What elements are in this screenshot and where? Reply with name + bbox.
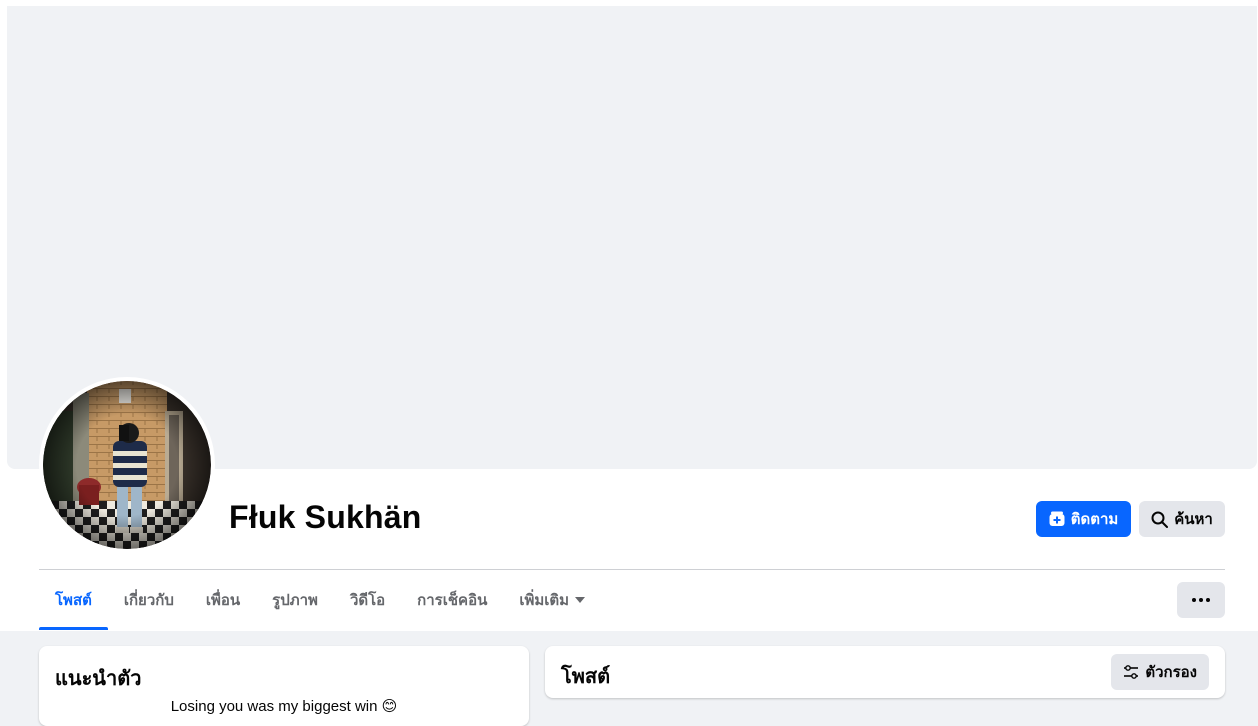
search-button-label: ค้นหา: [1174, 511, 1213, 528]
tab-friends[interactable]: เพื่อน: [190, 570, 256, 630]
profile-name: Fłuk Sukhän: [229, 499, 422, 535]
tab-posts-label: โพสต์: [55, 592, 92, 609]
tab-more[interactable]: เพิ่มเติม: [503, 570, 601, 630]
tab-about[interactable]: เกี่ยวกับ: [108, 570, 190, 630]
follow-button-label: ติดตาม: [1070, 511, 1119, 528]
tab-photos-label: รูปภาพ: [272, 592, 318, 609]
tab-about-label: เกี่ยวกับ: [123, 592, 174, 609]
profile-photo: [43, 381, 211, 549]
filter-button[interactable]: ตัวกรอง: [1111, 654, 1209, 690]
cover-photo[interactable]: [7, 6, 1257, 469]
filter-button-label: ตัวกรอง: [1145, 664, 1197, 681]
tab-friends-label: เพื่อน: [205, 592, 241, 609]
profile-picture[interactable]: [39, 377, 215, 553]
intro-title: แนะนำตัว: [55, 668, 142, 690]
tab-more-label: เพิ่มเติม: [519, 592, 570, 609]
tab-posts[interactable]: โพสต์: [39, 570, 108, 630]
tab-videos[interactable]: วิดีโอ: [334, 570, 401, 630]
posts-card: โพสต์ ตัวกรอง: [545, 646, 1225, 698]
more-options-button[interactable]: [1177, 582, 1225, 618]
more-dot: [1206, 598, 1210, 602]
follow-plus-icon: [1049, 511, 1065, 526]
tab-check-ins[interactable]: การเช็คอิน: [401, 570, 503, 630]
posts-title: โพสต์: [561, 666, 611, 688]
profile-tabs: โพสต์ เกี่ยวกับ เพื่อน รูปภาพ วิดีโอ การ…: [39, 570, 601, 630]
more-dot: [1192, 598, 1196, 602]
caret-down-icon: [575, 597, 586, 603]
tab-videos-label: วิดีโอ: [349, 592, 386, 609]
filter-sliders-icon: [1124, 665, 1139, 679]
more-dot: [1199, 598, 1203, 602]
intro-card: แนะนำตัว Losing you was my biggest win 😊: [39, 646, 529, 726]
tab-photos[interactable]: รูปภาพ: [256, 570, 334, 630]
search-button[interactable]: ค้นหา: [1139, 501, 1225, 537]
search-icon: [1151, 511, 1169, 528]
tab-check-ins-label: การเช็คอิน: [417, 592, 488, 609]
follow-button[interactable]: ติดตาม: [1036, 501, 1131, 537]
intro-bio: Losing you was my biggest win 😊: [170, 698, 398, 715]
